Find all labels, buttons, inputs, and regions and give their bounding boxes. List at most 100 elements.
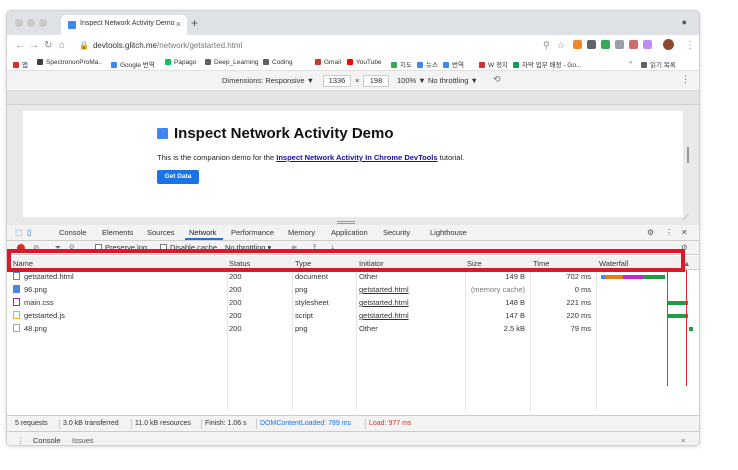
get-data-button[interactable]: Get Data: [157, 170, 199, 184]
tab-search-icon[interactable]: ●: [682, 17, 687, 27]
bookmark-item[interactable]: 뉴스: [417, 59, 438, 69]
inspect-element-icon[interactable]: ⬚: [15, 228, 23, 237]
highlight-box: [7, 249, 685, 272]
throttle-select[interactable]: No throttling ▼: [428, 76, 478, 85]
resize-handle[interactable]: [337, 221, 355, 224]
dimensions-select[interactable]: Dimensions: Responsive ▼: [222, 76, 314, 85]
bookmark-item[interactable]: 번역: [443, 59, 464, 69]
bookmark-star-icon[interactable]: ☆: [557, 40, 565, 51]
stylesheet-file-icon: [13, 298, 20, 306]
table-row[interactable]: 96.png 200 png getstarted.html (memory c…: [7, 283, 699, 296]
address-bar[interactable]: 🔒 devtools.glitch.me/network/getstarted.h…: [79, 41, 242, 50]
tab-elements[interactable]: Elements: [102, 228, 133, 237]
profile-avatar[interactable]: [663, 39, 674, 50]
network-request-table: getstarted.html 200 document Other 149 B…: [7, 270, 699, 411]
request-initiator-link[interactable]: getstarted.html: [359, 311, 409, 320]
viewport-height-input[interactable]: 198: [363, 75, 389, 87]
device-menu-icon[interactable]: ⋮: [681, 74, 690, 85]
bookmark-item[interactable]: Gmail: [315, 59, 341, 66]
new-tab-button[interactable]: +: [191, 16, 198, 30]
bookmark-item[interactable]: YouTube: [347, 59, 382, 66]
request-time: 0 ms: [574, 285, 591, 294]
folder-icon: [205, 59, 211, 65]
bookmark-item[interactable]: Google 번역: [111, 59, 155, 69]
corner-resize-icon[interactable]: ⟋: [683, 213, 689, 223]
close-window-icon[interactable]: [15, 19, 23, 27]
tab-security[interactable]: Security: [383, 228, 410, 237]
request-status: 200: [229, 272, 242, 281]
divider: [131, 419, 132, 429]
bookmark-label: 읽기 목록: [650, 62, 676, 69]
close-tab-icon[interactable]: ×: [176, 19, 181, 29]
reading-list[interactable]: 읽기 목록: [641, 59, 676, 69]
home-icon[interactable]: ⌂: [59, 40, 65, 51]
bookmark-item[interactable]: SpectrononProMa..: [37, 59, 102, 66]
bookmark-item[interactable]: W 정지: [479, 59, 508, 69]
extension-icon[interactable]: [643, 40, 652, 49]
close-devtools-icon[interactable]: ✕: [681, 228, 688, 237]
folder-icon: [263, 59, 269, 65]
viewport-width-input[interactable]: 1336: [323, 75, 351, 87]
tab-strip: Inspect Network Activity Demo × + ●: [7, 11, 699, 35]
waterfall-bar: [643, 275, 665, 279]
tutorial-link[interactable]: Inspect Network Activity In Chrome DevTo…: [276, 153, 437, 162]
bookmark-item[interactable]: 지도: [391, 59, 412, 69]
table-row[interactable]: getstarted.js 200 script getstarted.html…: [7, 309, 699, 322]
request-initiator: Other: [359, 272, 378, 281]
devtools-menu-icon[interactable]: ⋮: [665, 228, 673, 237]
settings-gear-icon[interactable]: ⚙: [647, 228, 654, 237]
table-row[interactable]: 48.png 200 png Other 2.5 kB 79 ms: [7, 322, 699, 335]
request-initiator-link[interactable]: getstarted.html: [359, 285, 409, 294]
bookmark-item[interactable]: Coding: [263, 59, 293, 66]
browser-tab[interactable]: Inspect Network Activity Demo ×: [61, 15, 187, 35]
script-file-icon: [13, 311, 20, 319]
bookmark-item[interactable]: Papago: [165, 59, 196, 66]
tab-network[interactable]: Network: [189, 228, 217, 237]
drawer-tab-issues[interactable]: Issues: [72, 436, 94, 445]
forward-icon[interactable]: →: [29, 40, 39, 51]
waterfall-bar: [605, 275, 623, 279]
back-icon[interactable]: ←: [15, 40, 25, 51]
request-status: 200: [229, 324, 242, 333]
request-name-text: getstarted.js: [24, 311, 65, 320]
close-drawer-icon[interactable]: ×: [681, 436, 685, 445]
more-bookmarks-icon[interactable]: »: [629, 59, 633, 66]
image-file-icon: [13, 285, 20, 293]
zoom-icon[interactable]: ⚲: [543, 40, 550, 51]
table-row[interactable]: main.css 200 stylesheet getstarted.html …: [7, 296, 699, 309]
extension-icon[interactable]: [573, 40, 582, 49]
tab-sources[interactable]: Sources: [147, 228, 175, 237]
apps-grid-icon: [13, 62, 19, 68]
reload-icon[interactable]: ↻: [44, 40, 52, 51]
maximize-window-icon[interactable]: [39, 19, 47, 27]
tab-console[interactable]: Console: [59, 228, 87, 237]
request-name: 96.png: [13, 285, 47, 294]
minimize-window-icon[interactable]: [27, 19, 35, 27]
request-name: getstarted.js: [13, 311, 65, 320]
bookmark-item[interactable]: 자막 업무 배정 - Go...: [513, 59, 581, 69]
drawer-menu-icon[interactable]: ⋮: [17, 436, 25, 445]
favicon-icon: [68, 21, 76, 29]
drawer-tab-console[interactable]: Console: [33, 436, 61, 445]
bookmark-label: W 정지: [488, 62, 508, 69]
tab-performance[interactable]: Performance: [231, 228, 274, 237]
device-toggle-icon[interactable]: ▯: [27, 228, 31, 237]
rotate-icon[interactable]: ⟲: [493, 74, 501, 85]
extension-icon[interactable]: [587, 40, 596, 49]
extension-icon[interactable]: [629, 40, 638, 49]
request-initiator-link[interactable]: getstarted.html: [359, 298, 409, 307]
tab-application[interactable]: Application: [331, 228, 368, 237]
tab-memory[interactable]: Memory: [288, 228, 315, 237]
request-status: 200: [229, 298, 242, 307]
tab-lighthouse[interactable]: Lighthouse: [430, 228, 467, 237]
bookmark-item[interactable]: Deep_Learning: [205, 59, 258, 66]
viewport-scrollbar[interactable]: [687, 147, 689, 163]
menu-dots-icon[interactable]: ⋮: [685, 40, 695, 51]
page-viewport: Inspect Network Activity Demo This is th…: [7, 105, 699, 225]
extension-icon[interactable]: [615, 40, 624, 49]
apps-shortcut[interactable]: 앱: [13, 59, 28, 69]
zoom-select[interactable]: 100% ▼: [397, 76, 426, 85]
extension-icon[interactable]: [601, 40, 610, 49]
browser-toolbar: ← → ↻ ⌂ 🔒 devtools.glitch.me/network/gets…: [7, 35, 699, 57]
request-size: (memory cache): [470, 285, 525, 294]
